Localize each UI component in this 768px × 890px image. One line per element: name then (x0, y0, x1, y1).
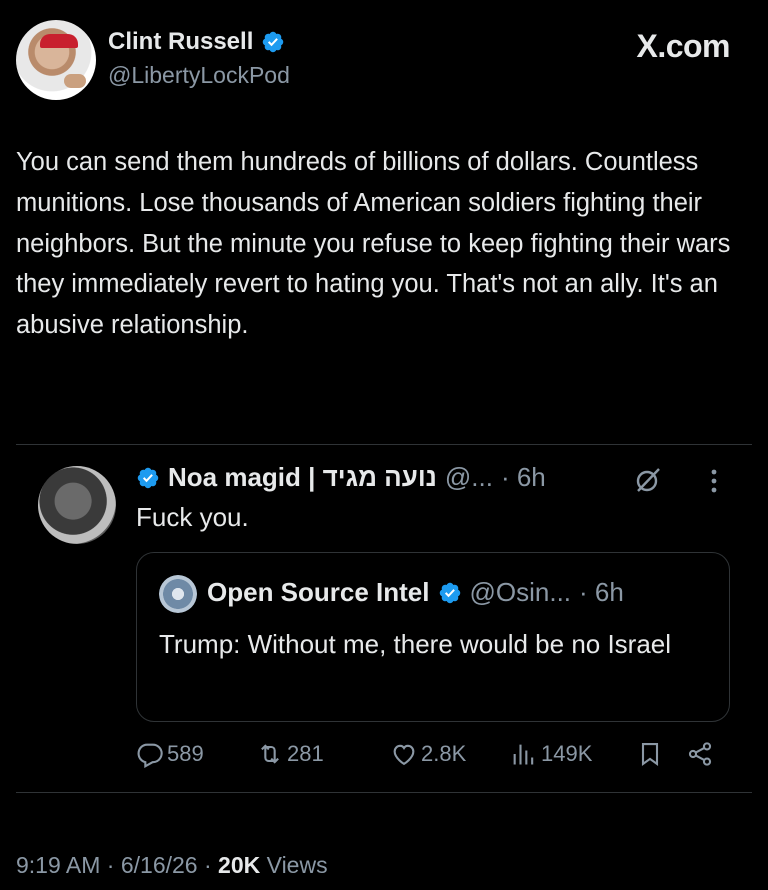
view-count: 20K (218, 852, 261, 878)
author-avatar[interactable] (16, 20, 96, 100)
verified-badge-icon (439, 582, 460, 603)
bookmark-icon (641, 743, 659, 766)
bookmark-button[interactable] (636, 740, 664, 768)
retweet-icon (261, 744, 279, 764)
retweet-count: 281 (287, 741, 324, 766)
quoted-author-handle: @Osin... (469, 577, 572, 607)
reply-author-name[interactable]: Noa magid | נועה מגיד (168, 462, 437, 493)
verified-badge-icon (137, 467, 159, 488)
tweet-header: Clint Russell @LibertyLockPod X.com (0, 0, 768, 110)
action-bar: 589 281 2.8K 149K (136, 740, 726, 776)
like-icon (393, 744, 415, 766)
separator: · (106, 852, 115, 878)
quoted-author-name: Open Source Intel (207, 577, 430, 607)
post-time[interactable]: 9:19 AM (16, 852, 100, 878)
reply-header: Noa magid | נועה מגיד @... · 6h (136, 462, 546, 493)
retweet-button[interactable]: 281 (256, 740, 324, 768)
grok-icon[interactable] (634, 466, 662, 494)
quoted-author-avatar (159, 575, 197, 613)
quoted-tweet-card[interactable]: Open Source Intel @Osin... · 6h Trump: W… (136, 552, 730, 722)
share-icon (688, 742, 712, 766)
reply-button[interactable]: 589 (136, 740, 204, 768)
more-icon[interactable] (704, 466, 724, 496)
reply-author-handle[interactable]: @... (445, 462, 493, 493)
quoted-timestamp: · 6h (579, 577, 624, 607)
reply-text: Fuck you. (136, 502, 249, 532)
quoted-tweet-text: Trump: Without me, there would be no Isr… (159, 629, 672, 659)
views-icon (513, 744, 534, 765)
tweet-screenshot: Clint Russell @LibertyLockPod X.com You … (0, 0, 768, 890)
separator: · (203, 852, 212, 878)
tweet-text: You can send them hundreds of billions o… (16, 148, 731, 340)
tweet-footer: 9:19 AM · 6/16/26 · 20K Views (16, 852, 328, 879)
views-count: 149K (541, 741, 593, 766)
brand-logo: X.com (636, 28, 730, 64)
divider (16, 444, 752, 445)
like-button[interactable]: 2.8K (390, 740, 466, 768)
quoted-tweet-header: Open Source Intel @Osin... · 6h (207, 577, 624, 608)
avatar-hand (64, 74, 86, 88)
reply-timestamp[interactable]: · 6h (501, 462, 546, 493)
views-label: Views (266, 852, 328, 878)
like-count: 2.8K (421, 741, 467, 766)
reply-avatar[interactable] (38, 466, 116, 544)
reply-count: 589 (167, 741, 204, 766)
views-button[interactable]: 149K (510, 740, 592, 768)
share-button[interactable] (686, 740, 714, 768)
reply-icon (137, 743, 163, 768)
author-name-row: Clint Russell (108, 28, 285, 56)
author-handle[interactable]: @LibertyLockPod (108, 62, 290, 89)
author-name[interactable]: Clint Russell (108, 28, 253, 56)
divider (16, 792, 752, 793)
verified-badge-icon (263, 31, 284, 53)
post-date[interactable]: 6/16/26 (121, 852, 198, 878)
avatar-cap (40, 34, 78, 48)
